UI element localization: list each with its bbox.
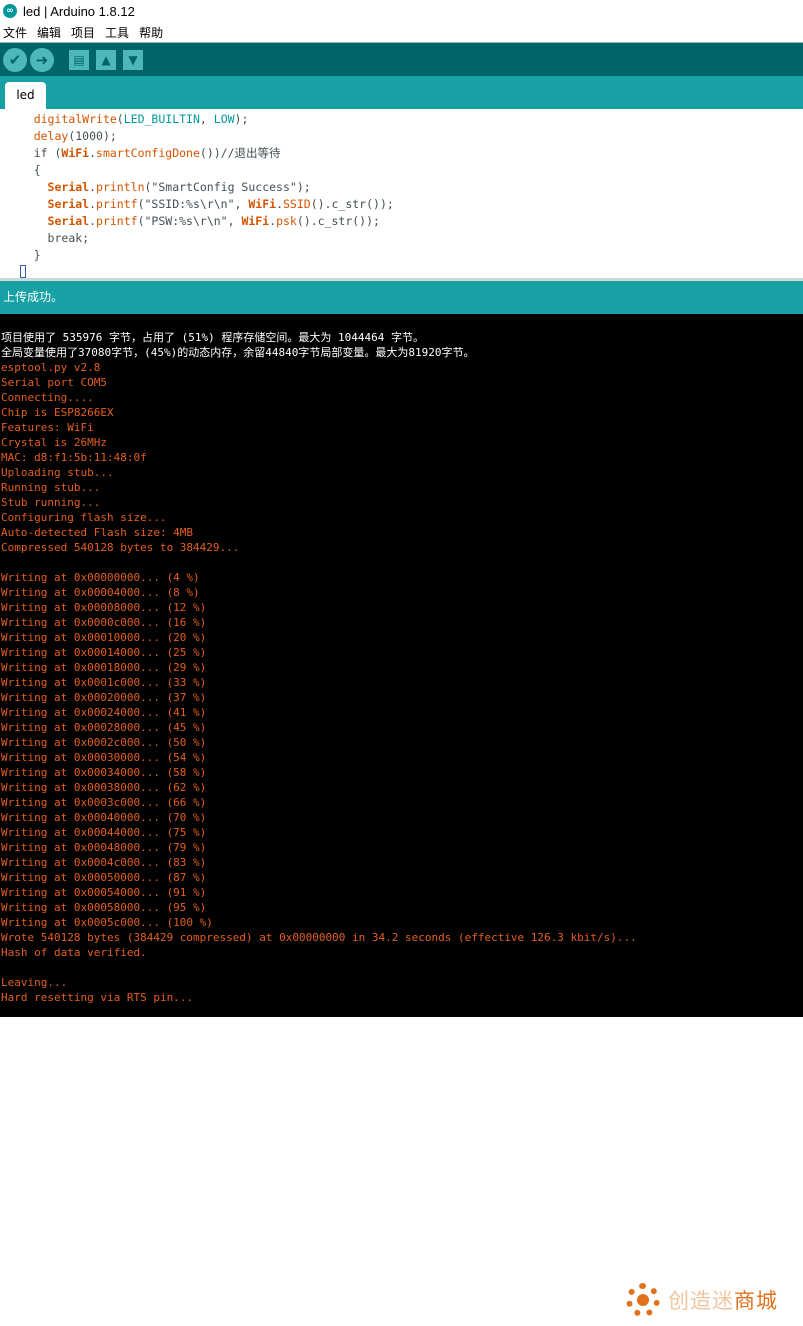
console-line: Wrote 540128 bytes (384429 compressed) a… (1, 931, 637, 944)
console-line: Writing at 0x00030000... (54 %) (1, 751, 207, 764)
console-line: Writing at 0x00044000... (75 %) (1, 826, 207, 839)
console-line: 项目使用了 535976 字节，占用了 (51%) 程序存储空间。最大为 104… (1, 331, 424, 344)
console-line: Writing at 0x00048000... (79 %) (1, 841, 207, 854)
console-line: Writing at 0x00018000... (29 %) (1, 661, 207, 674)
arduino-logo-icon: ∞ (3, 4, 17, 18)
console-line: Writing at 0x0002c000... (50 %) (1, 736, 207, 749)
menu-help[interactable]: 帮助 (139, 24, 163, 41)
console-line: Features: WiFi (1, 421, 94, 434)
menu-sketch[interactable]: 项目 (71, 24, 95, 41)
upload-button[interactable]: ➜ (30, 48, 54, 72)
console-line: Chip is ESP8266EX (1, 406, 114, 419)
console-line: Writing at 0x00010000... (20 %) (1, 631, 207, 644)
console-line: Writing at 0x00034000... (58 %) (1, 766, 207, 779)
console-line: Writing at 0x0003c000... (66 %) (1, 796, 207, 809)
console-line: Compressed 540128 bytes to 384429... (1, 541, 240, 554)
console-line: Hash of data verified. (1, 946, 147, 959)
code-line: digitalWrite(LED_BUILTIN, LOW); (33, 112, 249, 126)
open-sketch-button[interactable]: ▲ (96, 50, 116, 70)
watermark: 创造迷商城 (612, 1274, 802, 1326)
console-line: Writing at 0x00004000... (8 %) (1, 586, 200, 599)
new-sketch-button[interactable]: ▤ (69, 50, 89, 70)
console-line: Writing at 0x00054000... (91 %) (1, 886, 207, 899)
console-line: Auto-detected Flash size: 4MB (1, 526, 194, 539)
status-bar: 上传成功。 (0, 281, 803, 314)
code-line: break; (47, 231, 90, 245)
menu-edit[interactable]: 编辑 (37, 24, 61, 41)
code-line: { (33, 163, 41, 177)
open-icon: ▲ (101, 53, 111, 67)
verify-button[interactable]: ✔ (3, 48, 27, 72)
menu-bar: 文件 编辑 项目 工具 帮助 (0, 22, 803, 42)
console-line: Writing at 0x00028000... (45 %) (1, 721, 207, 734)
console-line: Writing at 0x0000c000... (16 %) (1, 616, 207, 629)
console-line: Running stub... (1, 481, 101, 494)
console-line: Writing at 0x00038000... (62 %) (1, 781, 207, 794)
console-line: Uploading stub... (1, 466, 114, 479)
console-line: Hard resetting via RTS pin... (1, 991, 194, 1004)
code-editor[interactable]: digitalWrite(LED_BUILTIN, LOW); delay(10… (0, 109, 803, 278)
gear-icon (626, 1283, 660, 1317)
console-line: Serial port COM5 (1, 376, 107, 389)
save-icon: ▼ (128, 53, 138, 67)
console-line: Writing at 0x0005c000... (100 %) (1, 916, 213, 929)
check-icon: ✔ (8, 51, 22, 69)
new-file-icon: ▤ (73, 53, 85, 67)
console-line: Writing at 0x00000000... (4 %) (1, 571, 200, 584)
code-line: Serial.printf("SSID:%s\r\n", WiFi.SSID()… (47, 197, 394, 211)
console-line: Leaving... (1, 976, 68, 989)
console-line: Configuring flash size... (1, 511, 167, 524)
toolbar: ✔ ➜ ▤ ▲ ▼ (0, 42, 803, 77)
console-line: Crystal is 26MHz (1, 436, 107, 449)
text-cursor (20, 265, 26, 278)
console-line: Writing at 0x00024000... (41 %) (1, 706, 207, 719)
console-line: Writing at 0x0001c000... (33 %) (1, 676, 207, 689)
watermark-text: 创造迷商城 (668, 1289, 778, 1313)
console-line: esptool.py v2.8 (1, 361, 101, 374)
console-line: Writing at 0x00020000... (37 %) (1, 691, 207, 704)
arrow-right-icon: ➜ (35, 51, 49, 69)
console-line: Stub running... (1, 496, 101, 509)
tab-led[interactable]: led (5, 82, 46, 109)
console-line: Writing at 0x00058000... (95 %) (1, 901, 207, 914)
title-bar: ∞ led | Arduino 1.8.12 (0, 0, 803, 22)
code-line: } (33, 248, 41, 262)
console-line: Writing at 0x0004c000... (83 %) (1, 856, 207, 869)
window-title: led | Arduino 1.8.12 (23, 3, 135, 19)
console-line: Writing at 0x00050000... (87 %) (1, 871, 207, 884)
menu-tools[interactable]: 工具 (105, 24, 129, 41)
console-output[interactable]: Hard resetting via RTS pin... Leaving... H… (0, 314, 803, 1317)
console-line: 全局变量使用了37080字节，(45%)的动态内存，余留44840字节局部变量。… (1, 346, 475, 359)
console-line: Writing at 0x00014000... (25 %) (1, 646, 207, 659)
code-line: delay(1000); (33, 129, 117, 143)
console-line: MAC: d8:f1:5b:11:48:0f (1, 451, 147, 464)
code-line: Serial.println("SmartConfig Success"); (47, 180, 311, 194)
code-line: if (WiFi.smartConfigDone())//退出等待 (33, 146, 281, 160)
status-message: 上传成功。 (3, 290, 64, 304)
console-line: Writing at 0x00040000... (70 %) (1, 811, 207, 824)
console-line: Connecting.... (1, 391, 94, 404)
console-line: Writing at 0x00008000... (12 %) (1, 601, 207, 614)
code-line: Serial.printf("PSW:%s\r\n", WiFi.psk().c… (47, 214, 380, 228)
menu-file[interactable]: 文件 (3, 24, 27, 41)
save-sketch-button[interactable]: ▼ (123, 50, 143, 70)
tab-bar: led (0, 76, 803, 109)
